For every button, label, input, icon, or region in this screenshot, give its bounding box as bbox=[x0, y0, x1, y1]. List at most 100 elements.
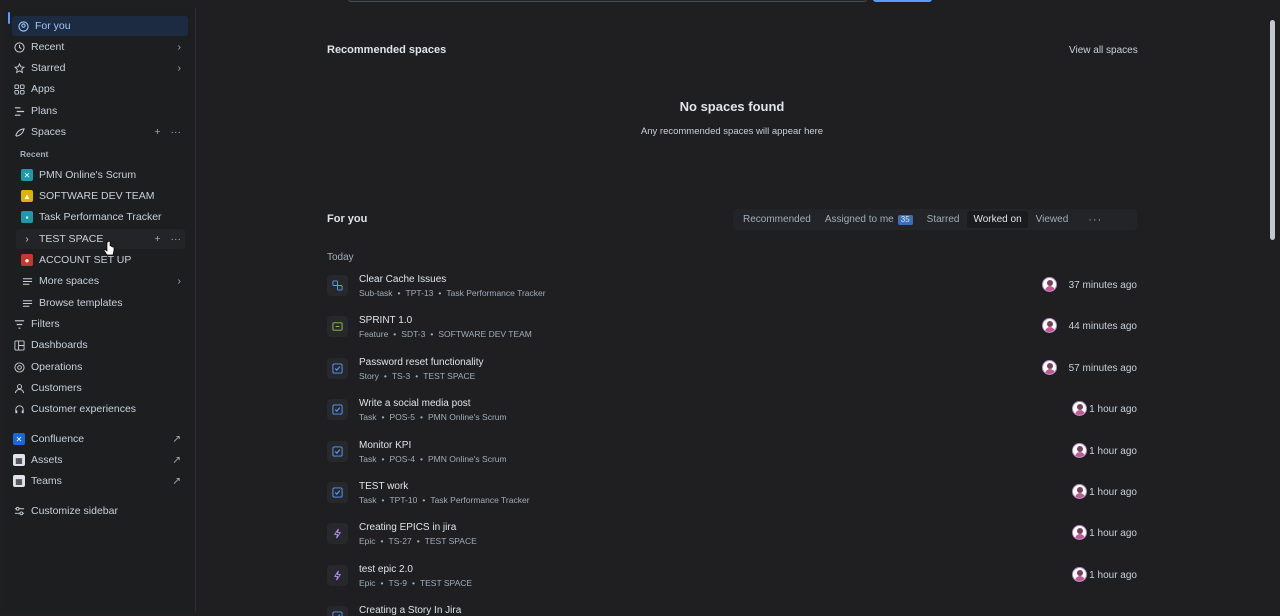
scrollbar-thumb[interactable] bbox=[1270, 20, 1275, 240]
sidebar-item-customize[interactable]: Customize sidebar bbox=[8, 501, 185, 521]
item-title[interactable]: TEST work bbox=[359, 481, 408, 492]
tab-recommended[interactable]: Recommended bbox=[737, 211, 817, 228]
task-icon bbox=[327, 441, 348, 462]
item-type: Epic bbox=[359, 536, 376, 546]
item-type: Story bbox=[359, 371, 379, 381]
item-title[interactable]: Clear Cache Issues bbox=[359, 274, 446, 285]
plus-icon[interactable]: + bbox=[154, 233, 160, 245]
item-title[interactable]: Creating a Story In Jira bbox=[359, 605, 461, 616]
item-title[interactable]: Monitor KPI bbox=[359, 440, 411, 451]
sidebar-item-more-spaces[interactable]: More spaces › bbox=[16, 271, 185, 291]
sidebar-item-starred[interactable]: Starred › bbox=[8, 58, 185, 78]
sidebar-space-task-performance[interactable]: ▪ Task Performance Tracker bbox=[16, 207, 185, 227]
sidebar-space-software-dev[interactable]: ▲ SOFTWARE DEV TEAM bbox=[16, 186, 185, 206]
activity-row[interactable]: Password reset functionality Story • TS-3 • T… bbox=[327, 356, 1137, 394]
avatar[interactable] bbox=[1042, 360, 1057, 375]
spaces-icon bbox=[13, 126, 25, 138]
activity-row[interactable]: TEST work Task • TPT-10 • Task Performance Tr… bbox=[327, 480, 1137, 518]
activity-row[interactable]: Monitor KPI Task • POS-4 • PMN Online's Scrum… bbox=[327, 439, 1137, 477]
avatar[interactable] bbox=[1072, 525, 1087, 540]
list-icon bbox=[21, 275, 33, 287]
activity-row[interactable]: Clear Cache Issues Sub-task • TPT-13 • Task P… bbox=[327, 273, 1137, 311]
avatar[interactable] bbox=[1072, 484, 1087, 499]
sidebar-item-plans[interactable]: Plans bbox=[8, 101, 185, 121]
item-title[interactable]: test epic 2.0 bbox=[359, 564, 413, 575]
sidebar-space-test-space[interactable]: › TEST SPACE + ··· bbox=[16, 229, 185, 249]
avatar[interactable] bbox=[1042, 277, 1057, 292]
scrollbar[interactable] bbox=[1268, 8, 1278, 612]
create-button[interactable] bbox=[873, 0, 932, 2]
tab-worked-on[interactable]: Worked on bbox=[967, 211, 1028, 228]
search-input[interactable] bbox=[348, 0, 867, 2]
recent-section-title: Recent bbox=[20, 149, 49, 159]
recommended-spaces-title: Recommended spaces bbox=[327, 44, 447, 56]
item-meta: Epic • TS-9 • TEST SPACE bbox=[359, 578, 473, 588]
assigned-count-badge: 35 bbox=[897, 214, 913, 225]
activity-row[interactable]: Creating a Story In Jira bbox=[327, 604, 1137, 616]
plus-icon[interactable]: + bbox=[154, 126, 160, 138]
sidebar-item-browse-templates[interactable]: Browse templates bbox=[16, 293, 185, 313]
activity-row[interactable]: SPRINT 1.0 Feature • SDT-3 • SOFTWARE DEV TEA… bbox=[327, 314, 1137, 352]
sidebar-item-recent[interactable]: Recent › bbox=[8, 37, 185, 57]
sidebar-item-spaces[interactable]: Spaces + ··· bbox=[8, 122, 185, 142]
item-time: 44 minutes ago bbox=[1068, 321, 1137, 332]
avatar[interactable] bbox=[1072, 443, 1087, 458]
item-meta: Task • POS-4 • PMN Online's Scrum bbox=[359, 454, 507, 464]
sidebar-item-customers[interactable]: Customers bbox=[8, 378, 185, 398]
activity-row[interactable]: Creating EPICS in jira Epic • TS-27 • TEST SP… bbox=[327, 521, 1137, 559]
external-link-icon[interactable]: ↗ bbox=[172, 454, 181, 466]
epic-icon bbox=[327, 565, 348, 586]
item-title[interactable]: Creating EPICS in jira bbox=[359, 522, 456, 533]
sidebar-space-account-setup[interactable]: ● ACCOUNT SET UP bbox=[16, 250, 185, 270]
item-key: TS-27 bbox=[388, 536, 412, 546]
item-type: Task bbox=[359, 454, 377, 464]
sidebar-item-teams[interactable]: ▦ Teams ↗ bbox=[8, 471, 185, 491]
more-icon[interactable]: ··· bbox=[171, 126, 182, 138]
empty-state-title: No spaces found bbox=[679, 99, 785, 114]
sidebar-item-for-you[interactable]: For you bbox=[12, 16, 188, 36]
sidebar-item-customer-experiences[interactable]: Customer experiences bbox=[8, 399, 185, 419]
chevron-right-icon[interactable]: › bbox=[178, 41, 182, 53]
avatar[interactable] bbox=[1072, 401, 1087, 416]
feature-icon bbox=[327, 316, 348, 337]
task-icon bbox=[327, 482, 348, 503]
space-avatar-icon: ▲ bbox=[21, 190, 33, 202]
chevron-right-icon[interactable]: › bbox=[21, 233, 33, 245]
item-type: Task bbox=[359, 412, 377, 422]
item-key: TPT-10 bbox=[389, 495, 418, 505]
activity-row[interactable]: test epic 2.0 Epic • TS-9 • TEST SPACE 1 hour … bbox=[327, 563, 1137, 601]
item-key: TS-3 bbox=[391, 371, 411, 381]
tab-assigned-to-me[interactable]: Assigned to me 35 bbox=[819, 211, 919, 228]
sidebar-item-filters[interactable]: Filters bbox=[8, 314, 185, 334]
activity-row[interactable]: Write a social media post Task • POS-5 • PMN … bbox=[327, 397, 1137, 435]
chevron-right-icon[interactable]: › bbox=[178, 62, 182, 74]
external-link-icon[interactable]: ↗ bbox=[172, 433, 181, 445]
avatar[interactable] bbox=[1072, 567, 1087, 582]
sidebar-item-confluence[interactable]: ✕ Confluence ↗ bbox=[8, 429, 185, 449]
task-icon bbox=[327, 606, 348, 616]
item-title[interactable]: Write a social media post bbox=[359, 398, 471, 409]
chevron-right-icon[interactable]: › bbox=[178, 275, 182, 287]
sidebar-item-operations[interactable]: Operations bbox=[8, 357, 185, 377]
view-all-spaces-link[interactable]: View all spaces bbox=[1069, 45, 1138, 56]
sidebar-item-apps[interactable]: Apps bbox=[8, 79, 185, 99]
sidebar-space-pmn[interactable]: ✕ PMN Online's Scrum bbox=[16, 165, 185, 185]
item-title[interactable]: Password reset functionality bbox=[359, 357, 484, 368]
more-icon[interactable]: ··· bbox=[171, 233, 182, 245]
assets-icon: ▦ bbox=[13, 454, 25, 466]
avatar[interactable] bbox=[1042, 318, 1057, 333]
sidebar-item-assets[interactable]: ▦ Assets ↗ bbox=[8, 450, 185, 470]
space-avatar-icon: ● bbox=[21, 254, 33, 266]
apps-icon bbox=[13, 83, 25, 95]
more-icon[interactable]: ··· bbox=[1088, 214, 1102, 226]
tab-viewed[interactable]: Viewed bbox=[1030, 211, 1075, 228]
item-key: POS-4 bbox=[389, 454, 415, 464]
item-meta: Sub-task • TPT-13 • Task Performance Tracker bbox=[359, 288, 546, 298]
external-link-icon[interactable]: ↗ bbox=[172, 475, 181, 487]
item-title[interactable]: SPRINT 1.0 bbox=[359, 315, 412, 326]
confluence-icon: ✕ bbox=[13, 433, 25, 445]
item-type: Feature bbox=[359, 329, 389, 339]
sidebar-item-dashboards[interactable]: Dashboards bbox=[8, 335, 185, 355]
tab-starred[interactable]: Starred bbox=[921, 211, 966, 228]
template-icon bbox=[21, 297, 33, 309]
